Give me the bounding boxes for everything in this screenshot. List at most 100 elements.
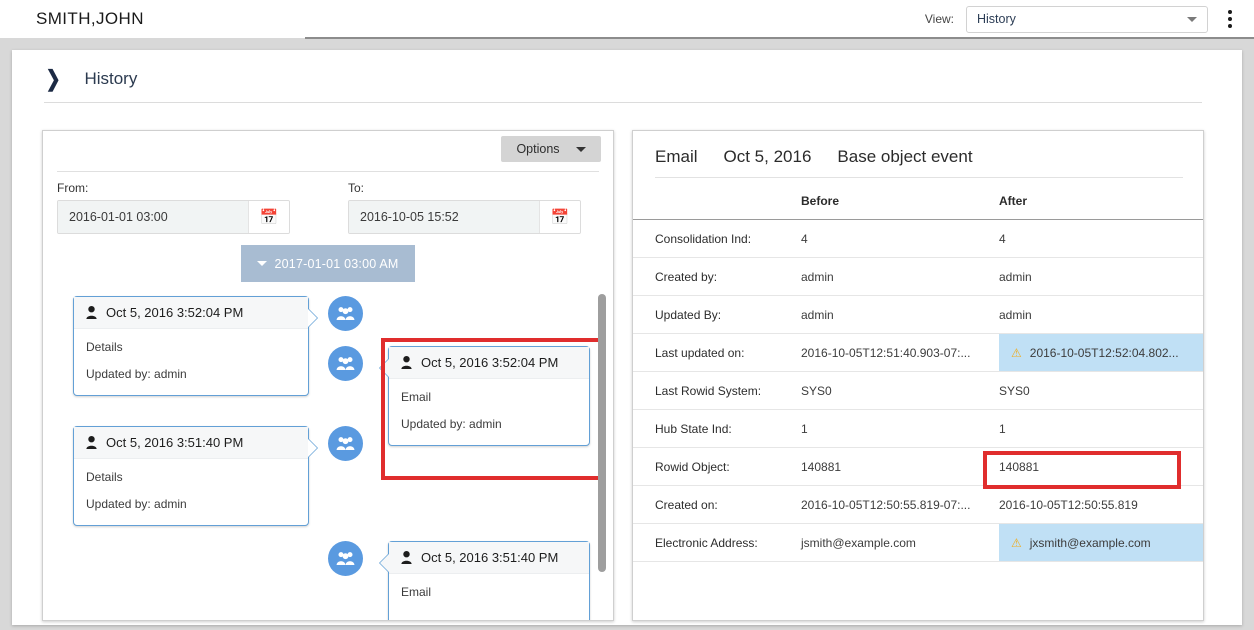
row-before-value: jsmith@example.com bbox=[801, 524, 999, 562]
appbar-spacer bbox=[0, 39, 1254, 50]
row-before-value: admin bbox=[801, 296, 999, 334]
period-collapse-pill[interactable]: 2017-01-01 03:00 AM bbox=[241, 245, 415, 282]
event-detail-heading: Email Oct 5, 2016 Base object event bbox=[633, 131, 1203, 167]
timeline-node-2[interactable] bbox=[328, 346, 363, 381]
timeline-card-line2: Updated by: admin bbox=[86, 497, 296, 511]
from-date-input-group[interactable]: 2016-01-01 03:00 📅 bbox=[57, 200, 290, 234]
table-row: Updated By: admin admin bbox=[633, 296, 1203, 334]
timeline-entry-right-1: Oct 5, 2016 3:52:04 PM Email Updated by:… bbox=[388, 346, 590, 446]
row-after-value-changed: ⚠ jxsmith@example.com bbox=[999, 524, 1203, 562]
timeline-card-timestamp: Oct 5, 2016 3:52:04 PM bbox=[106, 306, 243, 320]
row-label: Last updated on: bbox=[633, 334, 801, 372]
calendar-icon[interactable]: 📅 bbox=[248, 201, 289, 233]
timeline-node-4[interactable] bbox=[328, 541, 363, 576]
timeline-card-timestamp: Oct 5, 2016 3:52:04 PM bbox=[421, 356, 558, 370]
timeline-node-3[interactable] bbox=[328, 426, 363, 461]
row-label: Hub State Ind: bbox=[633, 410, 801, 448]
row-before-value: 140881 bbox=[801, 448, 999, 486]
row-before-value: SYS0 bbox=[801, 372, 999, 410]
to-date-field: To: 2016-10-05 15:52 📅 bbox=[348, 181, 581, 234]
row-after-value: admin bbox=[999, 258, 1203, 296]
person-icon bbox=[86, 436, 97, 449]
people-group-icon bbox=[336, 436, 355, 451]
timeline-card-header: Oct 5, 2016 3:52:04 PM bbox=[74, 297, 308, 329]
period-pill-label: 2017-01-01 03:00 AM bbox=[274, 257, 398, 271]
application-top-bar: SMITH,JOHN View: History bbox=[0, 0, 1254, 38]
row-before-value: 2016-10-05T12:50:55.819-07:... bbox=[801, 486, 999, 524]
timeline-card[interactable]: Oct 5, 2016 3:51:40 PM Email bbox=[388, 541, 590, 621]
chevron-down-icon bbox=[257, 261, 267, 266]
kebab-menu-icon[interactable] bbox=[1220, 6, 1240, 32]
event-date: Oct 5, 2016 bbox=[724, 147, 812, 167]
people-group-icon bbox=[336, 356, 355, 371]
row-label: Created on: bbox=[633, 486, 801, 524]
timeline-card-line2: Updated by: admin bbox=[401, 417, 577, 431]
row-label: Electronic Address: bbox=[633, 524, 801, 562]
column-header-field bbox=[633, 180, 801, 220]
page-title: History bbox=[84, 69, 137, 89]
before-after-table: Before After Consolidation Ind: 4 4 Crea… bbox=[633, 180, 1203, 562]
timeline-scrollbar-thumb[interactable] bbox=[598, 294, 606, 572]
person-icon bbox=[401, 551, 412, 564]
table-row: Created on: 2016-10-05T12:50:55.819-07:.… bbox=[633, 486, 1203, 524]
calendar-icon[interactable]: 📅 bbox=[539, 201, 580, 233]
date-range-filters: From: 2016-01-01 03:00 📅 To: 2016-10-05 … bbox=[43, 172, 613, 234]
options-button[interactable]: Options bbox=[501, 136, 601, 162]
appbar-right-controls: View: History bbox=[925, 6, 1240, 33]
timeline-entry-right-2: Oct 5, 2016 3:51:40 PM Email bbox=[388, 541, 590, 621]
timeline-entry-left-1: Oct 5, 2016 3:52:04 PM Details Updated b… bbox=[73, 296, 309, 396]
timeline-card-selected[interactable]: Oct 5, 2016 3:52:04 PM Email Updated by:… bbox=[388, 346, 590, 446]
table-row: Last Rowid System: SYS0 SYS0 bbox=[633, 372, 1203, 410]
row-after-value-changed: ⚠ 2016-10-05T12:52:04.802... bbox=[999, 334, 1203, 372]
timeline: Oct 5, 2016 3:52:04 PM Details Updated b… bbox=[43, 290, 613, 621]
timeline-card-header: Oct 5, 2016 3:52:04 PM bbox=[389, 347, 589, 379]
chevron-down-icon bbox=[576, 147, 586, 152]
timeline-card[interactable]: Oct 5, 2016 3:52:04 PM Details Updated b… bbox=[73, 296, 309, 396]
from-label: From: bbox=[57, 181, 290, 195]
page-container: ❯ History Options From: 2016-01-01 03:00… bbox=[12, 50, 1242, 625]
event-detail-panel: Email Oct 5, 2016 Base object event Befo… bbox=[632, 130, 1204, 621]
row-after-text: jxsmith@example.com bbox=[1030, 536, 1151, 550]
table-row-changed: Last updated on: 2016-10-05T12:51:40.903… bbox=[633, 334, 1203, 372]
from-date-value[interactable]: 2016-01-01 03:00 bbox=[58, 201, 248, 233]
event-detail-divider bbox=[655, 177, 1183, 178]
panels-area: Options From: 2016-01-01 03:00 📅 To: 201… bbox=[12, 130, 1242, 625]
from-date-field: From: 2016-01-01 03:00 📅 bbox=[57, 181, 290, 234]
timeline-card-line1: Email bbox=[401, 390, 577, 404]
timeline-card-body: Details Updated by: admin bbox=[74, 459, 308, 525]
column-header-before: Before bbox=[801, 180, 999, 220]
view-dropdown-value: History bbox=[977, 12, 1016, 26]
chevron-right-icon[interactable]: ❯ bbox=[46, 68, 61, 90]
timeline-card-body: Email bbox=[389, 574, 589, 613]
table-body: Consolidation Ind: 4 4 Created by: admin… bbox=[633, 220, 1203, 562]
timeline-card[interactable]: Oct 5, 2016 3:51:40 PM Details Updated b… bbox=[73, 426, 309, 526]
to-date-input-group[interactable]: 2016-10-05 15:52 📅 bbox=[348, 200, 581, 234]
history-timeline-panel: Options From: 2016-01-01 03:00 📅 To: 201… bbox=[42, 130, 614, 621]
row-label: Consolidation Ind: bbox=[633, 220, 801, 258]
view-label: View: bbox=[925, 12, 954, 26]
period-pill-row: 2017-01-01 03:00 AM bbox=[43, 245, 613, 282]
options-row: Options bbox=[43, 131, 613, 171]
timeline-card-header: Oct 5, 2016 3:51:40 PM bbox=[74, 427, 308, 459]
people-group-icon bbox=[336, 551, 355, 566]
row-after-text: 2016-10-05T12:52:04.802... bbox=[1030, 346, 1179, 360]
row-label: Updated By: bbox=[633, 296, 801, 334]
row-label: Last Rowid System: bbox=[633, 372, 801, 410]
row-label: Rowid Object: bbox=[633, 448, 801, 486]
timeline-node-1[interactable] bbox=[328, 296, 363, 331]
table-header-row: Before After bbox=[633, 180, 1203, 220]
timeline-card-header: Oct 5, 2016 3:51:40 PM bbox=[389, 542, 589, 574]
timeline-card-line1: Details bbox=[86, 470, 296, 484]
view-dropdown[interactable]: History bbox=[966, 6, 1208, 33]
to-date-value[interactable]: 2016-10-05 15:52 bbox=[349, 201, 539, 233]
to-label: To: bbox=[348, 181, 581, 195]
timeline-card-line2: Updated by: admin bbox=[86, 367, 296, 381]
person-icon bbox=[401, 356, 412, 369]
person-icon bbox=[86, 306, 97, 319]
row-after-value: 2016-10-05T12:50:55.819 bbox=[999, 486, 1203, 524]
row-before-value: 2016-10-05T12:51:40.903-07:... bbox=[801, 334, 999, 372]
table-row: Created by: admin admin bbox=[633, 258, 1203, 296]
people-group-icon bbox=[336, 306, 355, 321]
timeline-card-line1: Email bbox=[401, 585, 577, 599]
row-after-value: 1 bbox=[999, 410, 1203, 448]
